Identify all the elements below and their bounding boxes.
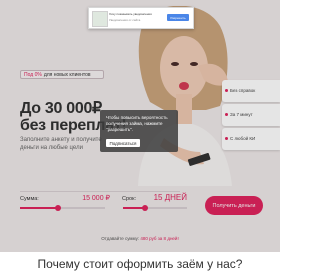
allow-notifications-button[interactable]: Разрешить bbox=[167, 14, 189, 21]
subscribe-popup: Чтобы повысить вероятность получения зай… bbox=[100, 110, 178, 152]
notification-subtitle: Уведомления от сайта bbox=[109, 18, 141, 22]
section-heading: Почему стоит оформить заём у нас? bbox=[37, 257, 243, 271]
notification-title: Хочу показывать уведомления bbox=[109, 12, 152, 16]
popup-line3: "разрешить". bbox=[106, 127, 133, 132]
notification-prompt: Хочу показывать уведомления Уведомления … bbox=[88, 7, 194, 29]
subscribe-button[interactable]: Подписаться bbox=[106, 139, 140, 147]
site-thumbnail-icon bbox=[92, 11, 108, 27]
popup-text: Чтобы повысить вероятность получения зай… bbox=[106, 115, 176, 133]
hero-section: Под 0% для новых клиентов До 30 000₽ без… bbox=[0, 0, 280, 252]
